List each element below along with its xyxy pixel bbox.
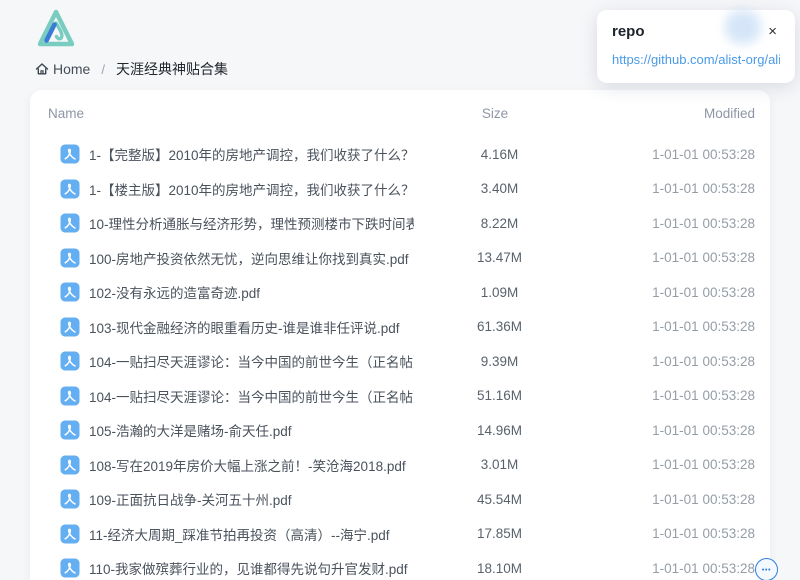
file-modified: 1-01-01 00:53:28 [585, 388, 755, 403]
pdf-file-icon [60, 524, 80, 544]
file-row[interactable]: 102-没有永远的造富奇迹.pdf 1.09M 1-01-01 00:53:28 [30, 275, 770, 310]
file-size: 3.40M [414, 181, 585, 196]
more-actions-fab[interactable]: ••• [755, 558, 778, 580]
file-rows: 1-【完整版】2010年的房地产调控，我们收获了什么？写... 4.16M 1-… [30, 137, 770, 580]
file-modified: 1-01-01 00:53:28 [585, 457, 755, 472]
repo-link[interactable]: https://github.com/alist-org/alist [612, 52, 780, 67]
file-name: 102-没有永远的造富奇迹.pdf [89, 282, 414, 302]
repo-popup: repo × https://github.com/alist-org/alis… [597, 10, 795, 83]
file-modified: 1-01-01 00:53:28 [585, 250, 755, 265]
file-modified: 1-01-01 00:53:28 [585, 285, 755, 300]
file-row[interactable]: 110-我家做殡葬行业的，见谁都得先说句升官发财.pdf 18.10M 1-01… [30, 551, 770, 580]
pdf-file-icon [60, 144, 80, 164]
file-modified: 1-01-01 00:53:28 [585, 423, 755, 438]
file-modified: 1-01-01 00:53:28 [585, 147, 755, 162]
file-row[interactable]: 109-正面抗日战争-关河五十州.pdf 45.54M 1-01-01 00:5… [30, 482, 770, 517]
file-size: 8.22M [414, 216, 585, 231]
file-name: 1-【楼主版】2010年的房地产调控，我们收获了什么？写... [89, 179, 414, 199]
breadcrumb: Home / 天涯经典神贴合集 [34, 58, 228, 80]
file-name: 108-写在2019年房价大幅上涨之前！-笑沧海2018.pdf [89, 455, 414, 475]
popup-header: repo × [612, 22, 780, 41]
pdf-file-icon [60, 282, 80, 302]
file-name: 103-现代金融经济的眼重看历史-谁是谁非任评说.pdf [89, 317, 414, 337]
file-size: 51.16M [414, 388, 585, 403]
file-name: 10-理性分析通胀与经济形势，理性预测楼市下跌时间表-... [89, 213, 414, 233]
file-size: 4.16M [414, 147, 585, 162]
file-size: 18.10M [414, 561, 585, 576]
pdf-file-icon [60, 213, 80, 233]
file-modified: 1-01-01 00:53:28 [585, 354, 755, 369]
column-header-size[interactable]: Size [405, 106, 585, 121]
file-size: 9.39M [414, 354, 585, 369]
breadcrumb-home-label: Home [53, 61, 90, 77]
breadcrumb-separator: / [101, 62, 105, 77]
file-modified: 1-01-01 00:53:28 [585, 216, 755, 231]
file-row[interactable]: 108-写在2019年房价大幅上涨之前！-笑沧海2018.pdf 3.01M 1… [30, 448, 770, 483]
home-icon [34, 61, 50, 77]
file-row[interactable]: 10-理性分析通胀与经济形势，理性预测楼市下跌时间表-... 8.22M 1-0… [30, 206, 770, 241]
column-header-name[interactable]: Name [48, 106, 405, 121]
breadcrumb-home[interactable]: Home [34, 61, 90, 77]
file-name: 11-经济大周期_踩准节拍再投资（高清）--海宁.pdf [89, 524, 414, 544]
file-size: 14.96M [414, 423, 585, 438]
file-row[interactable]: 1-【完整版】2010年的房地产调控，我们收获了什么？写... 4.16M 1-… [30, 137, 770, 172]
file-row[interactable]: 105-浩瀚的大洋是赌场-俞天任.pdf 14.96M 1-01-01 00:5… [30, 413, 770, 448]
file-modified: 1-01-01 00:53:28 [585, 492, 755, 507]
pdf-file-icon [60, 420, 80, 440]
pdf-file-icon [60, 351, 80, 371]
pdf-file-icon [60, 248, 80, 268]
file-modified: 1-01-01 00:53:28 [585, 181, 755, 196]
file-size: 45.54M [414, 492, 585, 507]
file-name: 104-一贴扫尽天涯谬论：当今中国的前世今生（正名帖）-... [89, 386, 414, 406]
file-size: 61.36M [414, 319, 585, 334]
file-modified: 1-01-01 00:53:28 [585, 561, 755, 576]
file-name: 110-我家做殡葬行业的，见谁都得先说句升官发财.pdf [89, 558, 414, 578]
pdf-file-icon [60, 558, 80, 578]
file-row[interactable]: 103-现代金融经济的眼重看历史-谁是谁非任评说.pdf 61.36M 1-01… [30, 310, 770, 345]
alist-logo[interactable] [33, 7, 79, 51]
file-size: 1.09M [414, 285, 585, 300]
file-name: 1-【完整版】2010年的房地产调控，我们收获了什么？写... [89, 144, 414, 164]
column-header-modified[interactable]: Modified [585, 106, 755, 121]
ellipsis-icon: ••• [762, 565, 771, 574]
file-row[interactable]: 100-房地产投资依然无忧，逆向思维让你找到真实.pdf 13.47M 1-01… [30, 241, 770, 276]
file-row[interactable]: 11-经济大周期_踩准节拍再投资（高清）--海宁.pdf 17.85M 1-01… [30, 517, 770, 552]
table-header: Name Size Modified [30, 90, 770, 137]
file-row[interactable]: 104-一贴扫尽天涯谬论：当今中国的前世今生（正名帖）-... 51.16M 1… [30, 379, 770, 414]
file-size: 13.47M [414, 250, 585, 265]
popup-title: repo [612, 23, 645, 40]
file-size: 3.01M [414, 457, 585, 472]
file-list-card: Name Size Modified 1-【完整版】2010年的房地产调控，我们… [30, 90, 770, 580]
pdf-file-icon [60, 455, 80, 475]
file-modified: 1-01-01 00:53:28 [585, 526, 755, 541]
file-name: 109-正面抗日战争-关河五十州.pdf [89, 489, 414, 509]
file-row[interactable]: 1-【楼主版】2010年的房地产调控，我们收获了什么？写... 3.40M 1-… [30, 172, 770, 207]
breadcrumb-current: 天涯经典神贴合集 [116, 59, 228, 79]
pdf-file-icon [60, 386, 80, 406]
file-name: 104-一贴扫尽天涯谬论：当今中国的前世今生（正名帖）-... [89, 351, 414, 371]
close-icon[interactable]: × [765, 22, 780, 41]
alist-logo-icon [33, 7, 79, 51]
pdf-file-icon [60, 489, 80, 509]
pdf-file-icon [60, 179, 80, 199]
file-row[interactable]: 104-一贴扫尽天涯谬论：当今中国的前世今生（正名帖）-... 9.39M 1-… [30, 344, 770, 379]
pdf-file-icon [60, 317, 80, 337]
file-name: 100-房地产投资依然无忧，逆向思维让你找到真实.pdf [89, 248, 414, 268]
file-name: 105-浩瀚的大洋是赌场-俞天任.pdf [89, 420, 414, 440]
file-modified: 1-01-01 00:53:28 [585, 319, 755, 334]
file-size: 17.85M [414, 526, 585, 541]
